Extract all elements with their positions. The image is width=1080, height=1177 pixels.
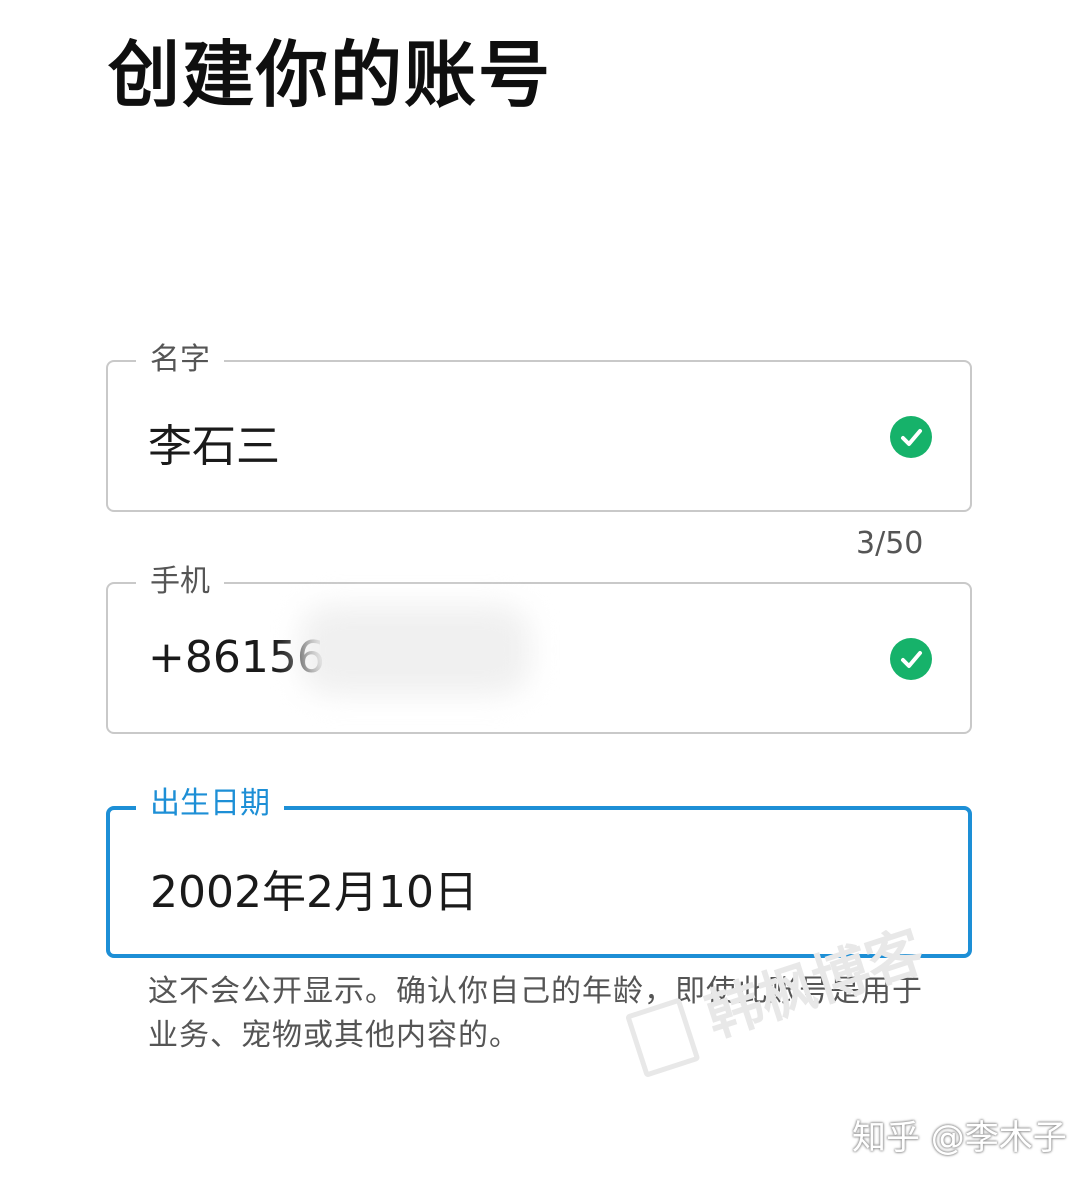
birthday-field-value[interactable]: 2002年2月10日 — [150, 856, 478, 920]
phone-field[interactable]: 手机 +86156 — [106, 562, 972, 734]
name-field-label: 名字 — [136, 340, 224, 380]
phone-field-value[interactable]: +86156 — [148, 632, 325, 683]
check-circle-icon — [890, 638, 932, 680]
name-char-counter: 3/50 — [856, 526, 924, 561]
create-account-screen: 创建你的账号 名字 李石三 3/50 手机 +86156 出生日期 2002年2… — [0, 0, 1080, 1177]
redaction-blur — [300, 605, 530, 695]
phone-field-label: 手机 — [136, 562, 224, 602]
check-circle-icon — [890, 416, 932, 458]
name-field-value[interactable]: 李石三 — [148, 410, 280, 474]
name-field[interactable]: 名字 李石三 — [106, 340, 972, 512]
blog-logo-icon — [624, 997, 701, 1078]
birthday-field-label: 出生日期 — [136, 784, 284, 824]
page-title: 创建你的账号 — [108, 33, 553, 117]
zhihu-watermark: 知乎 @李木子 — [852, 1118, 1067, 1158]
